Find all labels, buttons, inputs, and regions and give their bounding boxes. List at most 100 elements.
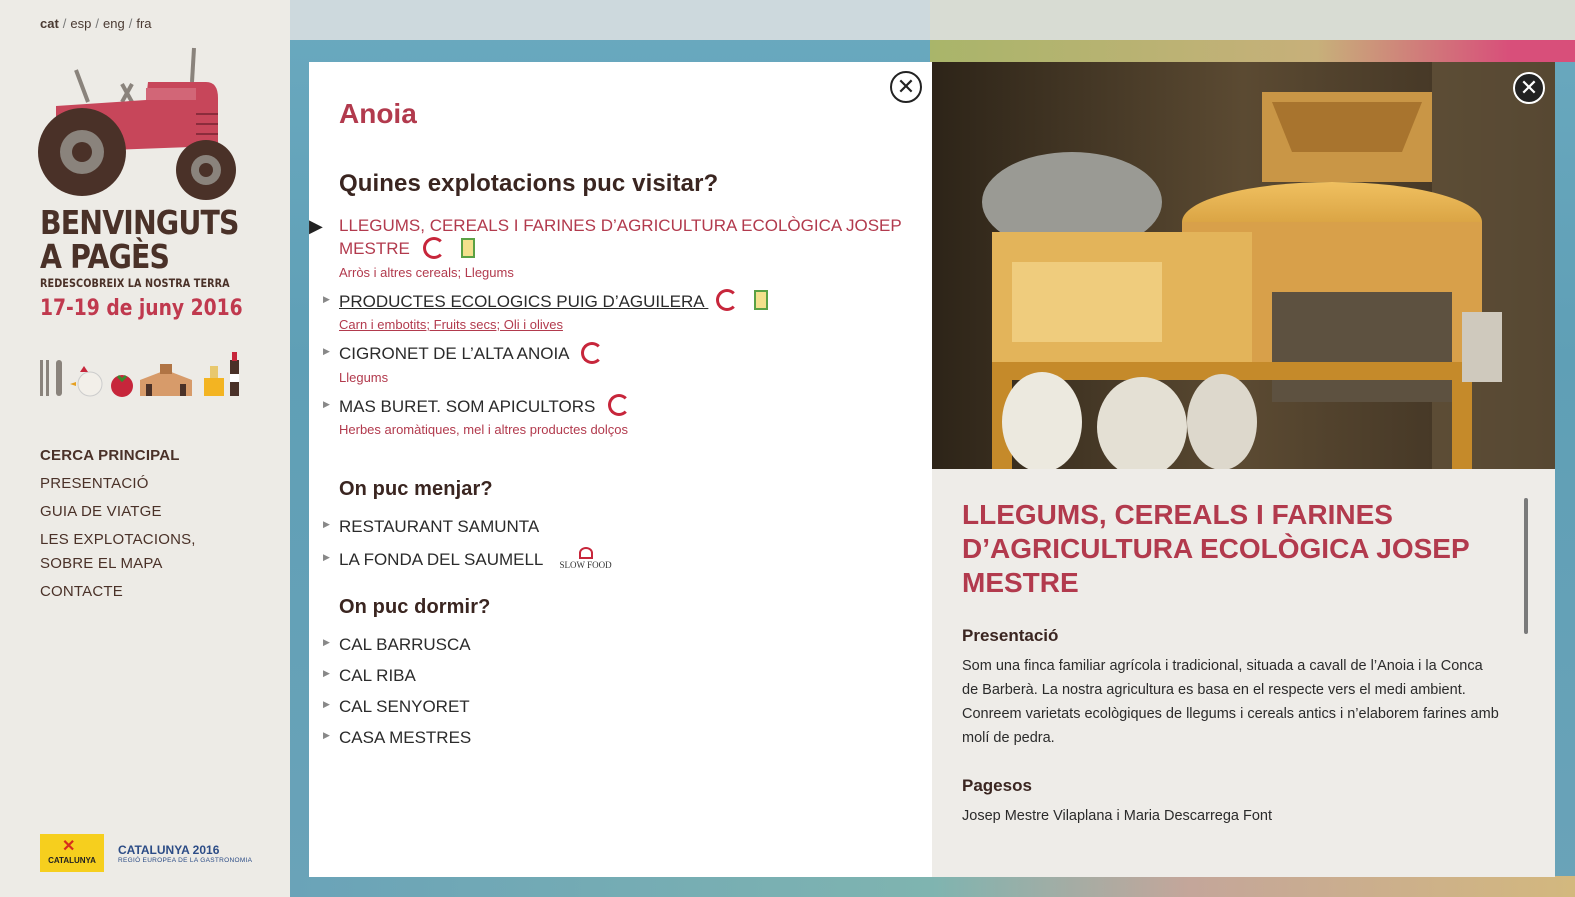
eco-certified-icon [460,237,475,258]
logo-line1: BENVINGUTS [40,203,239,242]
logo-dates: 17-19 de juny 2016 [40,296,243,321]
stone-mill-image [932,62,1555,469]
presentation-heading: Presentació [962,626,1059,645]
list-item[interactable]: ▶ LLEGUMS, CEREALS I FARINES D’AGRICULTU… [309,214,919,280]
lang-separator: / [62,16,67,31]
cutlery-icon [40,360,62,396]
backdrop-bottom [290,876,1575,897]
restaurant-name-text: LA FONDA DEL SAUMELL [339,550,543,569]
region-logo-line2: REGIÓ EUROPEA DE LA GASTRONOMIA [118,856,253,864]
lang-esp[interactable]: esp [70,16,91,31]
list-item[interactable]: ▶ CAL RIBA [323,664,919,687]
close-icon: ✕ [896,74,916,99]
snail-icon [578,547,593,560]
venda-directa-icon [581,341,604,364]
menu-item-explotacions-mapa[interactable]: LES EXPLOTACIONS, SOBRE EL MAPA [40,528,210,576]
farm-detail-title: LLEGUMS, CEREALS I FARINES D’AGRICULTURA… [962,499,1470,598]
lang-separator: / [128,16,133,31]
slow-food-label: Slow Food [559,560,612,571]
lodging-name[interactable]: CAL RIBA [339,664,919,687]
visit-section: Quines explotacions puc visitar? ▶ LLEGU… [309,170,919,447]
farm-photo [932,62,1555,469]
menu-item-cerca-principal[interactable]: CERCA PRINCIPAL [40,444,210,468]
farm-name[interactable]: CIGRONET DE L’ALTA ANOIA [339,341,919,366]
venda-directa-icon [716,289,739,312]
lang-eng[interactable]: eng [103,16,125,31]
list-item[interactable]: ▶ CAL BARRUSCA [323,633,919,656]
visit-section-title: Quines explotacions puc visitar? [339,170,719,197]
menu-item-contacte[interactable]: CONTACTE [40,580,210,604]
venda-directa-icon [422,236,445,259]
lodging-name[interactable]: CAL BARRUSCA [339,633,919,656]
sleep-section-title: On puc dormir? [339,596,491,618]
list-item[interactable]: ▶ LA FONDA DEL SAUMELL Slow Food [323,547,919,572]
farm-name-text: CIGRONET DE L’ALTA ANOIA [339,344,569,364]
region-panel: ✕ Anoia Quines explotacions puc visitar?… [309,62,932,877]
restaurant-name[interactable]: LA FONDA DEL SAUMELL Slow Food [339,547,919,572]
backdrop-stripe [930,40,1575,62]
eat-section: On puc menjar? ▶ RESTAURANT SAMUNTA ▶ LA… [323,478,919,582]
list-item[interactable]: ▶ MAS BURET. SOM APICULTORS Herbes aromà… [323,394,919,437]
triangle-right-icon: ▶ [309,216,323,236]
farmers-text: Josep Mestre Vilaplana i Maria Descarreg… [962,808,1273,824]
farmhouse-icon [140,364,192,396]
menu-item-guia-de-viatge[interactable]: GUIA DE VIATGE [40,500,210,524]
close-detail-button[interactable]: ✕ [1513,72,1545,104]
triangle-right-icon: ▶ [323,552,330,562]
triangle-right-icon: ▶ [323,668,330,678]
region-title: Anoia [339,98,417,129]
farm-name[interactable]: MAS BURET. SOM APICULTORS [339,394,919,419]
farm-categories[interactable]: Arròs i altres cereals; Llegums [339,265,919,280]
lodging-name[interactable]: CAL SENYORET [339,695,919,718]
menu-item-presentacio[interactable]: PRESENTACIÓ [40,472,210,496]
farm-name[interactable]: LLEGUMS, CEREALS I FARINES D’AGRICULTURA… [339,214,919,261]
farm-detail-panel: ✕ LLEGUMS, CEREALS I FARINES D’AGRICULTU… [932,62,1555,877]
catalunya-logo[interactable]: ✕ CATALUNYA [40,834,104,872]
farm-categories[interactable]: Carn i embotits; Fruits secs; Oli i oliv… [339,317,919,332]
gastronomy-region-logo[interactable]: CATALUNYA 2016 REGIÓ EUROPEA DE LA GASTR… [118,843,252,864]
farm-categories[interactable]: Llegums [339,370,919,385]
sleep-section: On puc dormir? ▶ CAL BARRUSCA ▶ CAL RIBA… [323,596,919,757]
footer-logos: ✕ CATALUNYA CATALUNYA 2016 REGIÓ EUROPEA… [40,834,252,872]
lang-cat[interactable]: cat [40,16,59,31]
food-icons [40,352,239,397]
farm-categories[interactable]: Herbes aromàtiques, mel i altres product… [339,422,919,437]
tractor-icon [38,47,236,200]
restaurant-name[interactable]: RESTAURANT SAMUNTA [339,515,919,538]
catalunya-x-icon: ✕ [62,838,76,855]
logo-subtitle: REDESCOBREIX LA NOSTRA TERRA [40,276,230,290]
list-item[interactable]: ▶ RESTAURANT SAMUNTA [323,515,919,538]
main-menu: CERCA PRINCIPAL PRESENTACIÓ GUIA DE VIAT… [40,444,210,608]
logo-text: BENVINGUTS A PAGÈS REDESCOBREIX LA NOSTR… [40,203,278,322]
triangle-right-icon: ▶ [323,398,330,409]
lang-separator: / [95,16,100,31]
oil-and-wine-icon [204,352,239,396]
eat-section-title: On puc menjar? [339,478,493,500]
farm-name-text: PRODUCTES ECOLOGICS PUIG D’AGUILERA [339,291,704,311]
detail-scrollbar[interactable] [1524,498,1528,634]
region-logo-line1: CATALUNYA 2016 [118,842,220,857]
close-region-button[interactable]: ✕ [890,71,922,103]
triangle-right-icon: ▶ [323,699,330,709]
triangle-right-icon: ▶ [323,346,330,357]
list-item[interactable]: ▶ CASA MESTRES [323,726,919,749]
logo-line2: A PAGÈS [40,237,170,276]
close-icon: ✕ [1519,75,1539,100]
farm-name[interactable]: PRODUCTES ECOLOGICS PUIG D’AGUILERA [339,289,919,314]
triangle-right-icon: ▶ [323,637,330,647]
triangle-right-icon: ▶ [323,519,330,529]
triangle-right-icon: ▶ [323,293,330,304]
catalunya-logo-label: CATALUNYA [48,856,96,865]
slow-food-badge: Slow Food [560,547,612,570]
backdrop-bar [290,0,930,40]
lang-fra[interactable]: fra [136,16,151,31]
list-item[interactable]: ▶ PRODUCTES ECOLOGICS PUIG D’AGUILERA Ca… [323,289,919,332]
list-item[interactable]: ▶ CAL SENYORET [323,695,919,718]
triangle-right-icon: ▶ [323,730,330,740]
list-item[interactable]: ▶ CIGRONET DE L’ALTA ANOIA Llegums [323,341,919,385]
backdrop-bar [930,0,1575,40]
venda-directa-icon [608,394,631,417]
chicken-icon [70,366,103,397]
sidebar: cat / esp / eng / fra BENVINGUTS A PAGÈS REDES… [0,0,290,897]
lodging-name[interactable]: CASA MESTRES [339,726,919,749]
